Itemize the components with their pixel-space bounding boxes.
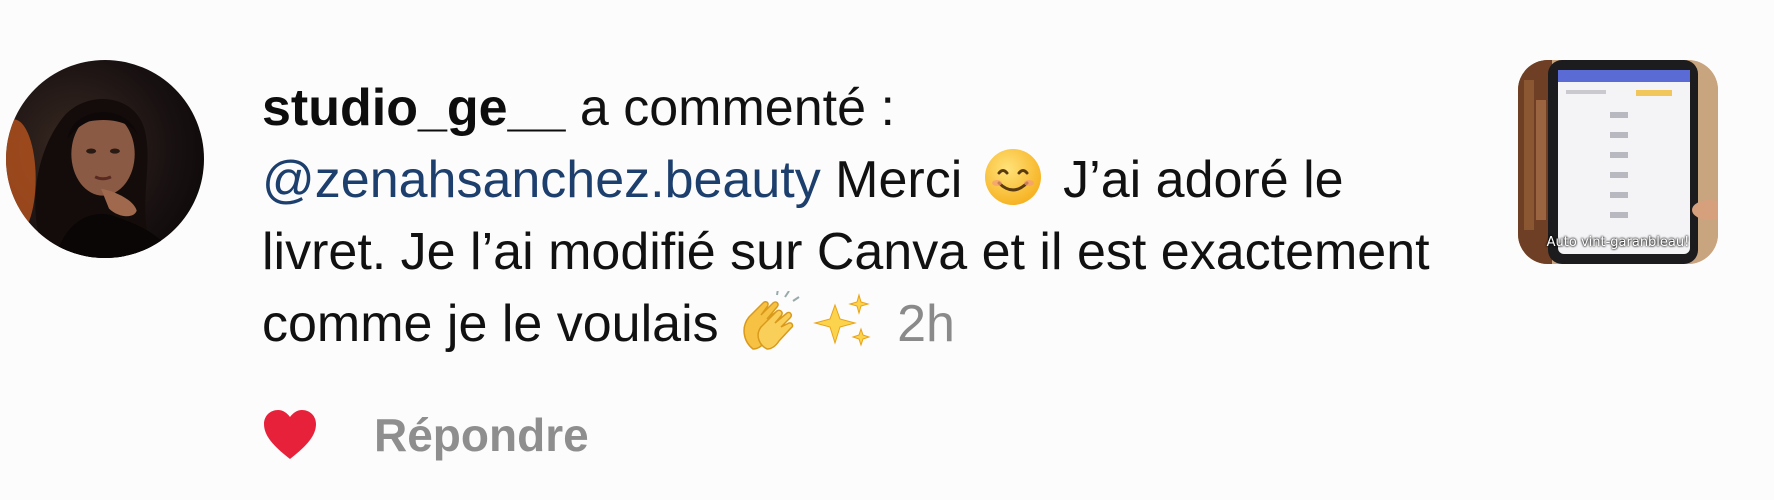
username-link[interactable]: studio_ge__ — [262, 79, 565, 137]
avatar-image — [6, 98, 175, 258]
smiling-face-emoji-icon — [977, 147, 1049, 207]
comment: studio_ge__ a commenté : @zenahsanchez.b… — [262, 72, 1492, 360]
heart-icon[interactable] — [262, 409, 318, 461]
comment-actions: Répondre — [262, 400, 589, 470]
clapping-hands-emoji-icon — [733, 288, 805, 351]
comment-action-text: a commenté : — [579, 79, 895, 137]
avatar[interactable] — [6, 60, 204, 258]
comment-text: @zenahsanchez.beauty Merci J’ai adoré le… — [262, 144, 1482, 360]
comment-header: studio_ge__ a commenté : — [262, 72, 1492, 144]
mention-link[interactable]: @zenahsanchez.beauty — [262, 151, 821, 209]
comment-timestamp: 2h — [897, 295, 955, 353]
post-thumbnail-image — [1518, 60, 1718, 264]
post-thumbnail[interactable]: Auto vint-garanbleau! — [1518, 60, 1718, 264]
post-thumbnail-caption: Auto vint-garanbleau! — [1546, 235, 1690, 250]
sparkles-emoji-icon — [805, 291, 877, 351]
reply-button[interactable]: Répondre — [374, 408, 589, 462]
comment-text-part1: Merci — [820, 151, 977, 209]
